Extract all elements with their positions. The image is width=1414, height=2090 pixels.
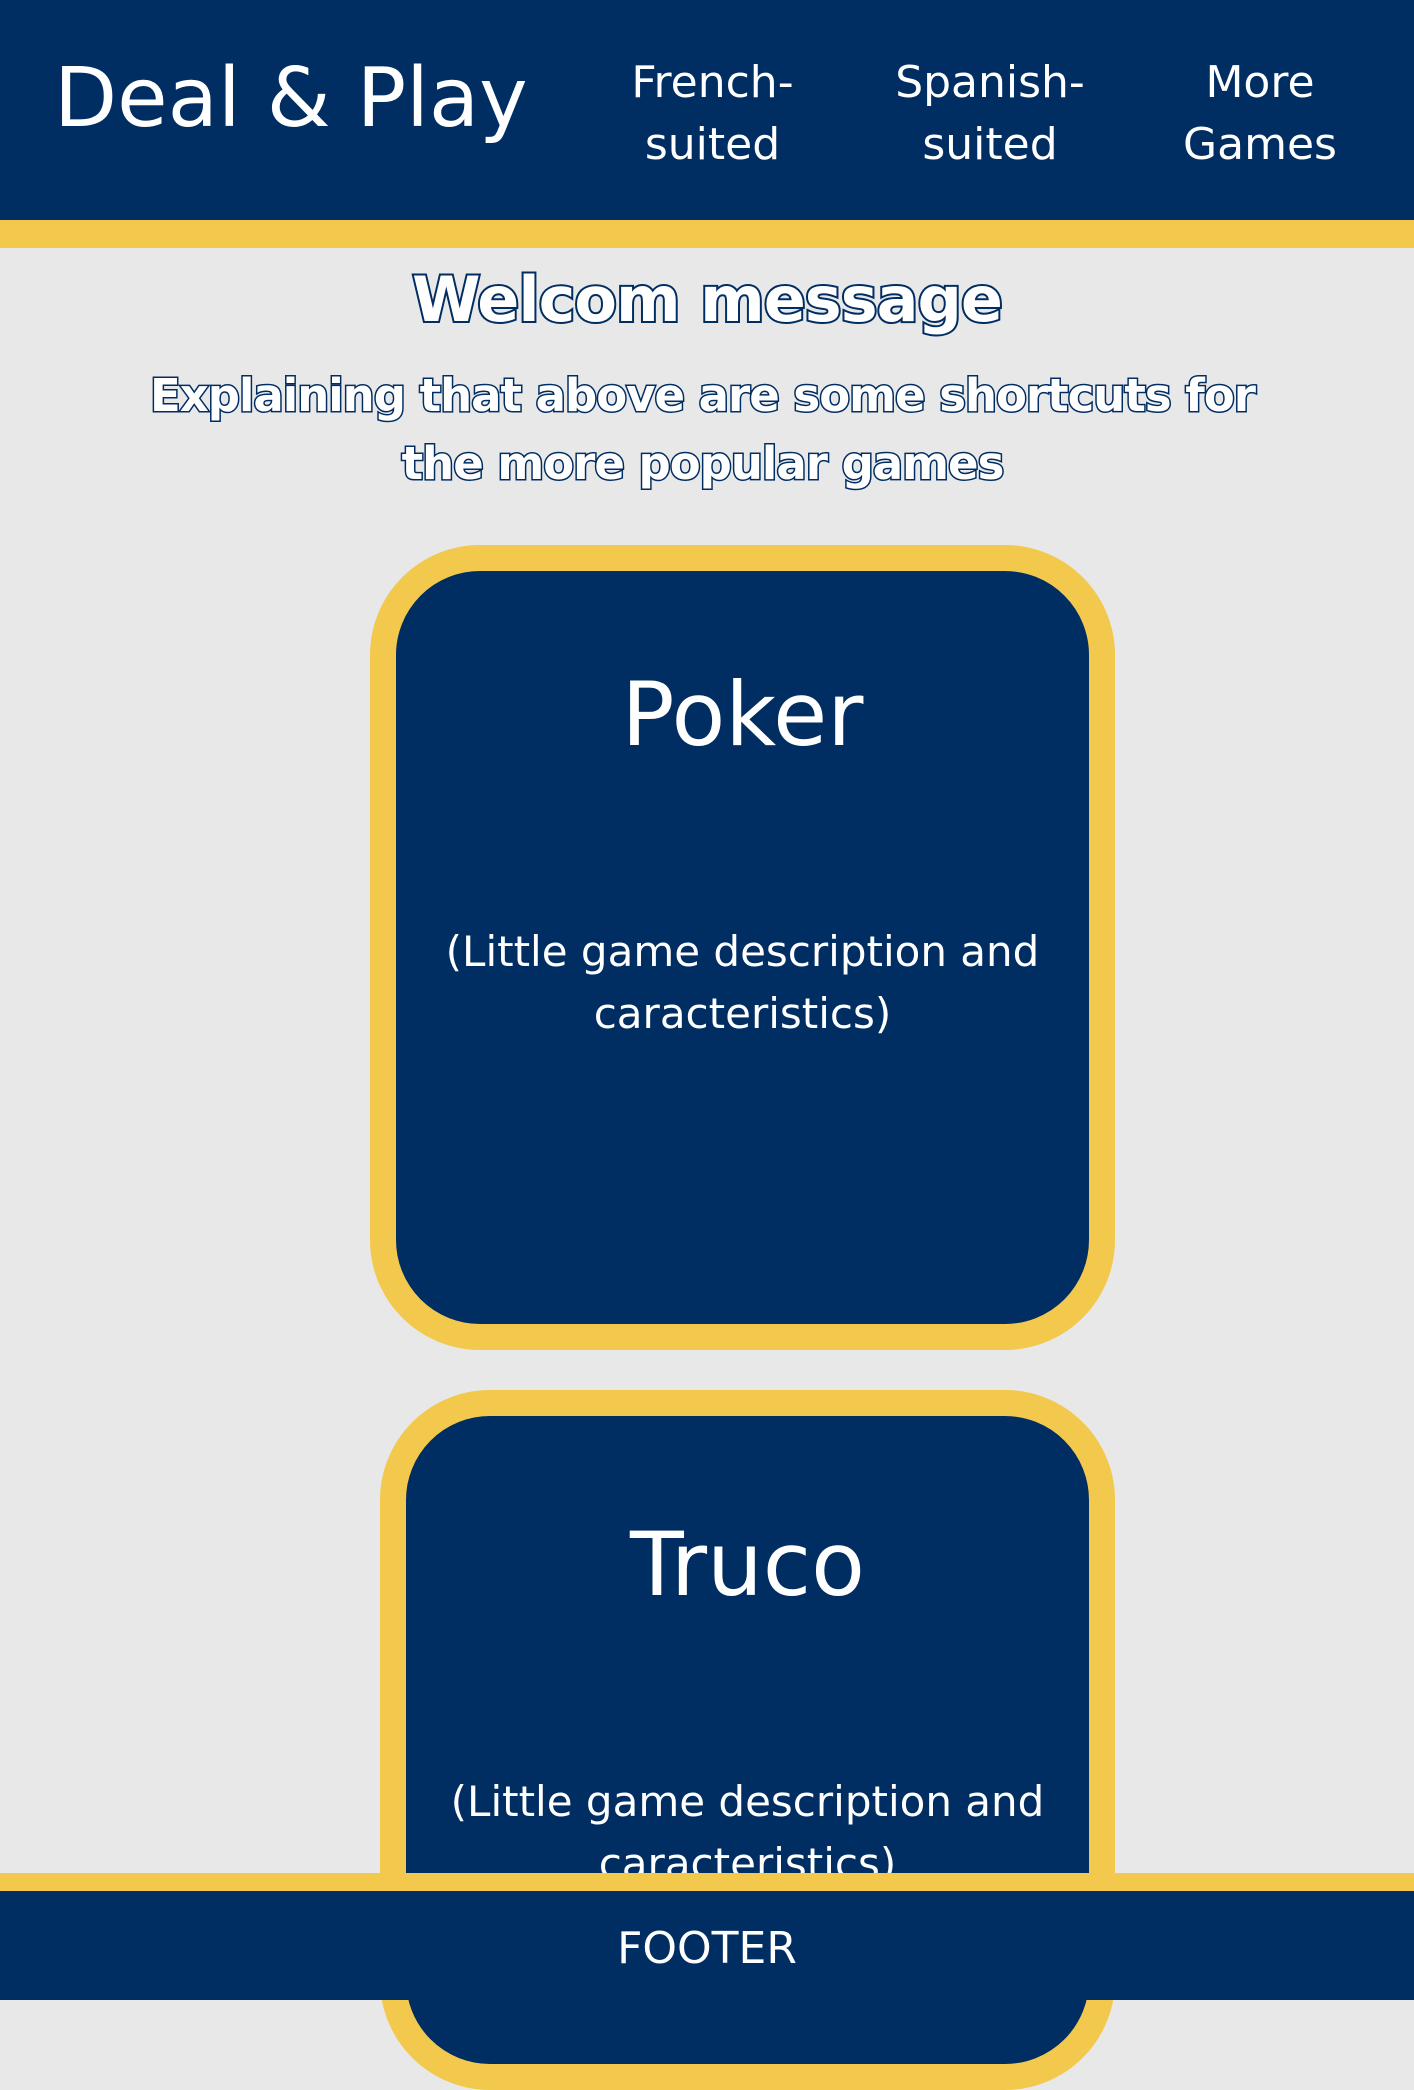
welcome-heading: Welcom message	[410, 261, 1005, 338]
game-card-description: (Little game description and caracterist…	[445, 927, 1040, 1038]
game-card-title: Poker	[621, 663, 864, 766]
site-footer: FOOTER	[0, 1873, 1414, 2000]
nav-french-suited[interactable]: French- suited	[610, 52, 815, 176]
welcome-explanation: Explaining that above are some shortcuts…	[149, 368, 1258, 492]
nav-spanish-suited[interactable]: Spanish- suited	[880, 52, 1100, 176]
footer-text: FOOTER	[617, 1923, 797, 1974]
game-card-title: Truco	[630, 1513, 865, 1616]
nav-french-suited-label: French- suited	[631, 57, 794, 170]
nav-more-games[interactable]: More Games	[1160, 52, 1360, 176]
site-header: Deal & Play French- suited Spanish- suit…	[0, 0, 1414, 248]
game-card-poker[interactable]: Poker (Little game description and carac…	[370, 545, 1115, 1350]
nav-spanish-suited-label: Spanish- suited	[895, 57, 1085, 170]
brand-logo[interactable]: Deal & Play	[54, 58, 528, 140]
nav-more-games-label: More Games	[1183, 57, 1337, 170]
